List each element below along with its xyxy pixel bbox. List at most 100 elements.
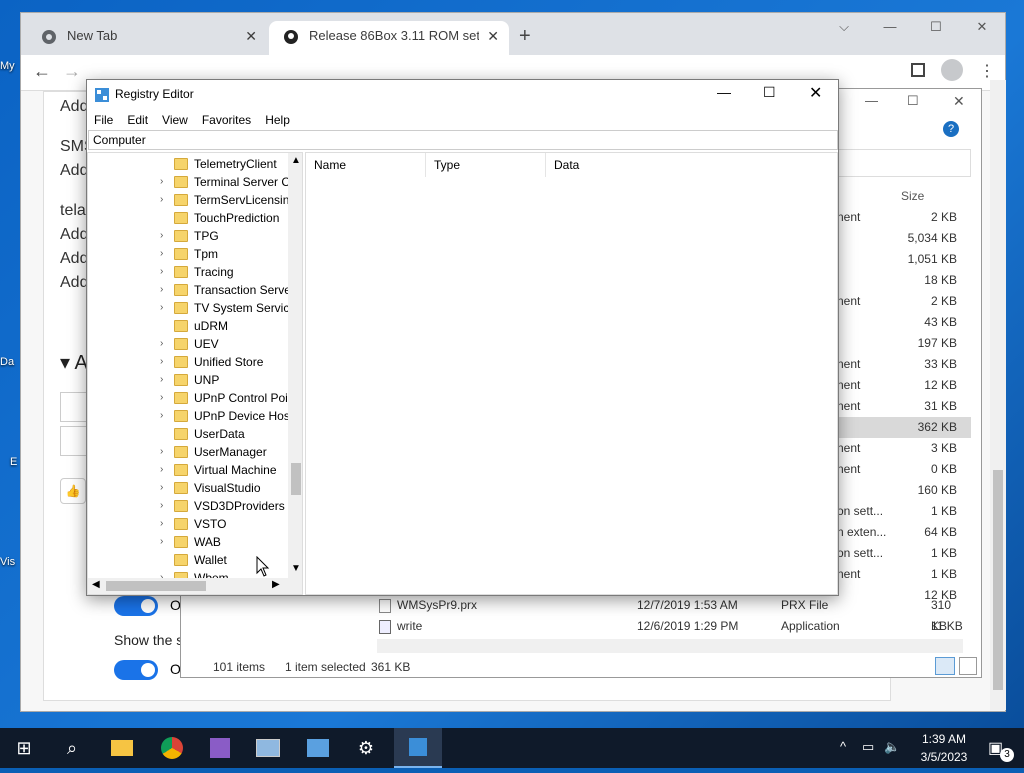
tree-item[interactable]: › WAB <box>88 533 288 551</box>
maximize-icon[interactable]: ☐ <box>763 84 776 101</box>
search-icon[interactable]: ⌕ <box>48 728 96 768</box>
file-row[interactable]: write 12/6/2019 1:29 PM Application 11 K… <box>379 616 969 637</box>
control-panel-icon[interactable] <box>294 728 342 768</box>
tree-item[interactable]: TelemetryClient <box>88 155 288 173</box>
chevron-right-icon[interactable]: › <box>160 479 170 497</box>
chevron-right-icon[interactable]: › <box>160 227 170 245</box>
new-tab-button[interactable]: + <box>519 25 531 48</box>
chevron-right-icon[interactable]: › <box>160 443 170 461</box>
menu-file[interactable]: File <box>87 110 120 130</box>
chrome-icon[interactable] <box>148 728 196 768</box>
network-icon[interactable]: ▭ <box>862 739 874 755</box>
scroll-up-icon[interactable]: ▲ <box>291 155 301 166</box>
thumbs-up-icon[interactable]: 👍 <box>60 478 86 504</box>
scroll-left-icon[interactable]: ◀ <box>92 579 100 590</box>
scroll-thumb[interactable] <box>106 581 206 591</box>
desktop-label[interactable]: Vis <box>0 556 22 568</box>
tree-item[interactable]: › Tpm <box>88 245 288 263</box>
details-view-icon[interactable] <box>935 657 955 675</box>
file-row[interactable]: WMSysPr9.prx 12/7/2019 1:53 AM PRX File … <box>379 595 969 633</box>
desktop-label[interactable]: My <box>0 60 22 72</box>
chevron-right-icon[interactable]: › <box>160 173 170 191</box>
menu-favorites[interactable]: Favorites <box>195 110 258 130</box>
remote-desktop-icon[interactable] <box>244 728 292 768</box>
menu-help[interactable]: Help <box>258 110 297 130</box>
menu-edit[interactable]: Edit <box>120 110 155 130</box>
tree-item[interactable]: › UserManager <box>88 443 288 461</box>
clock-time[interactable]: 1:39 AM <box>912 732 976 746</box>
start-button[interactable]: ⊞ <box>0 728 48 768</box>
tree-item[interactable]: › Unified Store <box>88 353 288 371</box>
clock-date[interactable]: 3/5/2023 <box>912 750 976 764</box>
file-explorer-icon[interactable] <box>98 728 146 768</box>
column-header-size[interactable]: Size <box>901 189 924 203</box>
column-header-data[interactable]: Data <box>546 153 706 177</box>
side-panel-icon[interactable] <box>911 63 925 77</box>
registry-editor-taskbar-icon[interactable] <box>394 728 442 768</box>
tree-vertical-scrollbar[interactable]: ▲ ▼ <box>288 153 302 578</box>
close-tab-icon[interactable]: ✕ <box>245 21 257 51</box>
toggle-switch[interactable] <box>114 660 158 680</box>
chevron-right-icon[interactable]: › <box>160 497 170 515</box>
tree-horizontal-scrollbar[interactable]: ◀ ▶ <box>88 578 302 594</box>
column-header-name[interactable]: Name <box>306 153 426 177</box>
chevron-right-icon[interactable]: › <box>160 335 170 353</box>
minimize-icon[interactable]: — <box>867 13 913 41</box>
scroll-right-icon[interactable]: ▶ <box>272 579 280 590</box>
volume-icon[interactable]: 🔈 <box>884 739 900 755</box>
search-box[interactable] <box>837 149 971 177</box>
tree-item[interactable]: › Terminal Server C <box>88 173 288 191</box>
scroll-thumb[interactable] <box>291 463 301 495</box>
page-scrollbar[interactable] <box>990 80 1006 710</box>
tab-release[interactable]: Release 86Box 3.11 ROM set · 86 ✕ <box>269 21 509 55</box>
close-icon[interactable]: ✕ <box>809 83 822 103</box>
minimize-icon[interactable]: — <box>865 93 878 108</box>
chevron-right-icon[interactable]: › <box>160 281 170 299</box>
scroll-down-icon[interactable]: ▼ <box>291 563 301 574</box>
tree-item[interactable]: › UPnP Device Hos <box>88 407 288 425</box>
tiles-view-icon[interactable] <box>959 657 977 675</box>
tree-item[interactable]: › UNP <box>88 371 288 389</box>
maximize-icon[interactable]: ☐ <box>907 93 919 109</box>
menu-view[interactable]: View <box>155 110 195 130</box>
tree-item[interactable]: › UEV <box>88 335 288 353</box>
chevron-right-icon[interactable]: › <box>160 353 170 371</box>
chevron-right-icon[interactable]: › <box>160 461 170 479</box>
chevron-right-icon[interactable]: › <box>160 533 170 551</box>
tree-item[interactable]: TouchPrediction <box>88 209 288 227</box>
chevron-right-icon[interactable]: › <box>160 389 170 407</box>
tree-item[interactable]: › TermServLicensin <box>88 191 288 209</box>
tree-item[interactable]: › Virtual Machine <box>88 461 288 479</box>
tree-item[interactable]: › TPG <box>88 227 288 245</box>
help-icon[interactable]: ? <box>943 121 959 137</box>
address-bar[interactable]: Computer <box>88 130 838 150</box>
close-icon[interactable]: ✕ <box>959 13 1005 41</box>
chevron-right-icon[interactable]: › <box>160 407 170 425</box>
tree-item[interactable]: › VSTO <box>88 515 288 533</box>
menu-kebab-icon[interactable]: ⋮ <box>979 61 995 81</box>
tree-item[interactable]: › VSD3DProviders <box>88 497 288 515</box>
chevron-up-icon[interactable]: ^ <box>840 739 846 754</box>
back-icon[interactable]: ← <box>33 61 51 82</box>
desktop-label[interactable]: Da <box>0 356 22 368</box>
tab-new-tab[interactable]: New Tab ✕ <box>27 21 267 55</box>
close-tab-icon[interactable]: ✕ <box>487 21 499 51</box>
maximize-icon[interactable]: ☐ <box>913 13 959 41</box>
forward-icon[interactable]: → <box>63 61 81 82</box>
horizontal-scrollbar[interactable] <box>377 639 963 653</box>
tree-item[interactable]: › VisualStudio <box>88 479 288 497</box>
tab-search-icon[interactable]: ⌵ <box>821 13 867 41</box>
settings-gear-icon[interactable]: ⚙ <box>342 728 390 768</box>
chevron-right-icon[interactable]: › <box>160 299 170 317</box>
chevron-right-icon[interactable]: › <box>160 245 170 263</box>
chevron-right-icon[interactable]: › <box>160 515 170 533</box>
tree-item[interactable]: › UPnP Control Poi <box>88 389 288 407</box>
tree-item[interactable]: uDRM <box>88 317 288 335</box>
tree-item[interactable]: UserData <box>88 425 288 443</box>
profile-avatar[interactable] <box>941 59 963 81</box>
tree-item[interactable]: › Tracing <box>88 263 288 281</box>
chevron-right-icon[interactable]: › <box>160 191 170 209</box>
minimize-icon[interactable]: — <box>717 84 731 100</box>
column-header-type[interactable]: Type <box>426 153 546 177</box>
chevron-right-icon[interactable]: › <box>160 371 170 389</box>
